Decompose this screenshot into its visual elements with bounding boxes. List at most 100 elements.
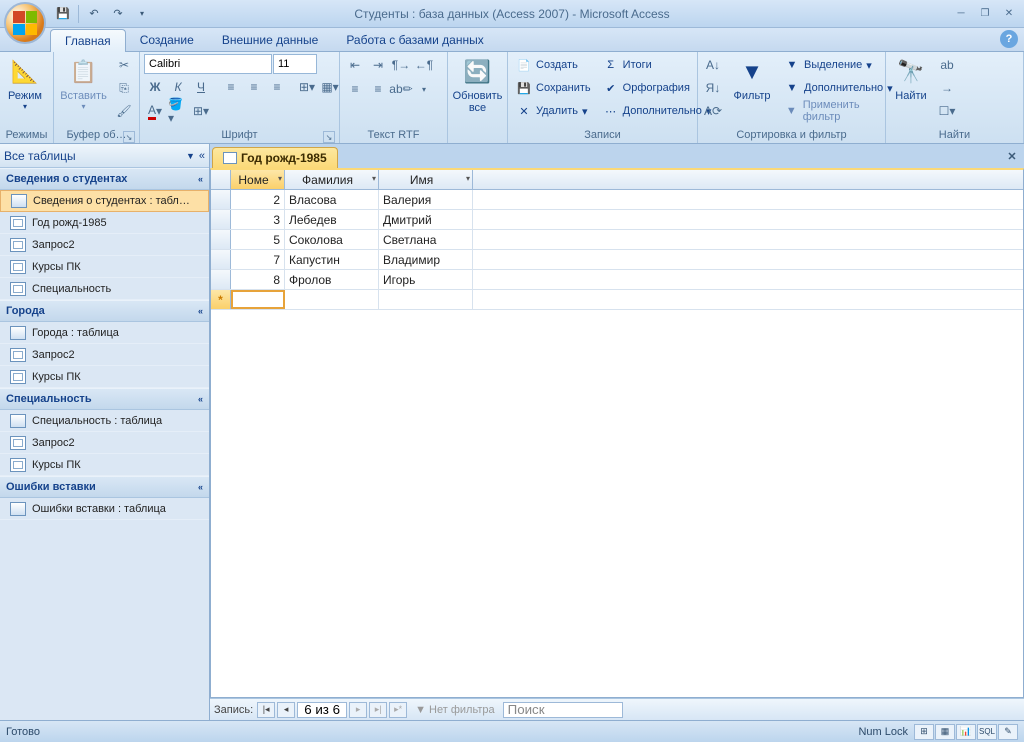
row-selector[interactable]: [211, 250, 231, 269]
tab-home[interactable]: Главная: [50, 29, 126, 52]
numbered-list-icon[interactable]: ≡: [344, 78, 366, 100]
bold-icon[interactable]: Ж: [144, 76, 166, 98]
row-selector[interactable]: [211, 210, 231, 229]
row-selector[interactable]: [211, 270, 231, 289]
navgroup-header[interactable]: Специальность«: [0, 388, 209, 410]
highlight-icon[interactable]: ab✏: [390, 78, 412, 100]
nav-item[interactable]: Запрос2: [0, 234, 209, 256]
cut-icon[interactable]: ✂: [113, 54, 135, 76]
align-right-icon[interactable]: ≡: [266, 76, 288, 98]
tab-create[interactable]: Создание: [126, 29, 208, 51]
nav-item[interactable]: Специальность: [0, 278, 209, 300]
goto-icon[interactable]: →: [936, 77, 958, 99]
decrease-indent-icon[interactable]: ⇤: [344, 54, 366, 76]
select-all-cell[interactable]: [211, 170, 231, 189]
table-row[interactable]: 2ВласоваВалерия: [211, 190, 1023, 210]
record-search-input[interactable]: [503, 702, 623, 718]
filter-button[interactable]: ▼ Фильтр: [728, 54, 776, 122]
undo-icon[interactable]: ↶: [83, 3, 105, 25]
table-row[interactable]: 7КапустинВладимир: [211, 250, 1023, 270]
pivot-view-button[interactable]: ▦: [935, 724, 955, 740]
cell-firstname[interactable]: Валерия: [379, 190, 473, 209]
record-position-input[interactable]: [297, 702, 347, 718]
alt-row-color-icon[interactable]: ▦▾: [319, 76, 341, 98]
cell-id[interactable]: 2: [231, 190, 285, 209]
cell-surname[interactable]: Фролов: [285, 270, 379, 289]
column-header[interactable]: Фамилия▾: [285, 170, 379, 189]
tab-external-data[interactable]: Внешние данные: [208, 29, 333, 51]
row-selector[interactable]: [211, 190, 231, 209]
sort-asc-icon[interactable]: A↓: [702, 54, 724, 76]
clear-sort-icon[interactable]: A⟳: [702, 100, 724, 122]
nav-item[interactable]: Курсы ПК: [0, 454, 209, 476]
cell-surname[interactable]: Капустин: [285, 250, 379, 269]
prev-record-button[interactable]: ◂: [277, 702, 295, 718]
cell-surname[interactable]: Власова: [285, 190, 379, 209]
cell-firstname[interactable]: Владимир: [379, 250, 473, 269]
navgroup-header[interactable]: Ошибки вставки«: [0, 476, 209, 498]
cell-firstname[interactable]: Светлана: [379, 230, 473, 249]
next-record-button[interactable]: ▸: [349, 702, 367, 718]
toggle-filter-button[interactable]: ▼Применить фильтр: [780, 100, 897, 122]
column-dropdown-icon[interactable]: ▾: [278, 174, 282, 183]
sql-view-button[interactable]: SQL: [977, 724, 997, 740]
align-left-icon[interactable]: ≡: [220, 76, 242, 98]
cell-id[interactable]: 8: [231, 270, 285, 289]
delete-record-button[interactable]: ✕Удалить ▾: [512, 100, 595, 122]
nav-item[interactable]: Курсы ПК: [0, 256, 209, 278]
fill-color-icon[interactable]: 🪣▾: [167, 100, 189, 122]
nav-item[interactable]: Города : таблица: [0, 322, 209, 344]
active-cell[interactable]: [231, 290, 285, 309]
close-button[interactable]: ✕: [998, 5, 1020, 23]
nav-item[interactable]: Запрос2: [0, 344, 209, 366]
save-icon[interactable]: 💾: [52, 3, 74, 25]
help-icon[interactable]: ?: [1000, 30, 1018, 48]
row-selector[interactable]: [211, 230, 231, 249]
font-color-icon[interactable]: A▾: [144, 100, 166, 122]
last-record-button[interactable]: ▸|: [369, 702, 387, 718]
nav-item[interactable]: Ошибки вставки : таблица: [0, 498, 209, 520]
close-document-icon[interactable]: ✕: [1004, 148, 1020, 164]
cell-surname[interactable]: Лебедев: [285, 210, 379, 229]
redo-icon[interactable]: ↷: [107, 3, 129, 25]
navpane-collapse-icon[interactable]: «: [199, 150, 205, 162]
column-dropdown-icon[interactable]: ▾: [466, 174, 470, 183]
tab-database-tools[interactable]: Работа с базами данных: [332, 29, 497, 51]
cell-id[interactable]: 7: [231, 250, 285, 269]
table-row[interactable]: 8ФроловИгорь: [211, 270, 1023, 290]
replace-icon[interactable]: ab: [936, 54, 958, 76]
column-header[interactable]: Имя▾: [379, 170, 473, 189]
increase-indent-icon[interactable]: ⇥: [367, 54, 389, 76]
format-painter-icon[interactable]: 🖌: [113, 100, 135, 122]
clipboard-launcher[interactable]: ↘: [123, 131, 135, 143]
design-view-button[interactable]: ✎: [998, 724, 1018, 740]
cell-surname[interactable]: Соколова: [285, 230, 379, 249]
italic-icon[interactable]: К: [167, 76, 189, 98]
paste-button[interactable]: 📋 Вставить ▾: [58, 54, 109, 122]
nav-item[interactable]: Год рожд-1985: [0, 212, 209, 234]
navgroup-header[interactable]: Сведения о студентах«: [0, 168, 209, 190]
selection-filter-button[interactable]: ▼Выделение ▾: [780, 54, 897, 76]
copy-icon[interactable]: ⎘: [113, 77, 135, 99]
align-center-icon[interactable]: ≡: [243, 76, 265, 98]
qat-customize-icon[interactable]: ▾: [131, 3, 153, 25]
rtl-icon[interactable]: ←¶: [413, 54, 435, 76]
table-row[interactable]: 5СоколоваСветлана: [211, 230, 1023, 250]
view-mode-button[interactable]: 📐 Режим ▾: [4, 54, 46, 122]
nav-item[interactable]: Запрос2: [0, 432, 209, 454]
navgroup-header[interactable]: Города«: [0, 300, 209, 322]
save-record-button[interactable]: 💾Сохранить: [512, 77, 595, 99]
font-name-input[interactable]: [144, 54, 272, 74]
bullet-list-icon[interactable]: ≡: [367, 78, 389, 100]
select-icon[interactable]: ☐▾: [936, 100, 958, 122]
ltr-icon[interactable]: ¶→: [390, 54, 412, 76]
new-record-button[interactable]: 📄Создать: [512, 54, 595, 76]
advanced-filter-button[interactable]: ▼Дополнительно ▾: [780, 77, 897, 99]
nav-item[interactable]: Специальность : таблица: [0, 410, 209, 432]
grid-color-icon[interactable]: ⊞▾: [190, 100, 212, 122]
document-tab[interactable]: Год рожд-1985: [212, 147, 338, 168]
font-launcher[interactable]: ↘: [323, 131, 335, 143]
minimize-button[interactable]: ─: [950, 5, 972, 23]
navpane-header[interactable]: Все таблицы ▼ «: [0, 144, 209, 168]
first-record-button[interactable]: |◂: [257, 702, 275, 718]
